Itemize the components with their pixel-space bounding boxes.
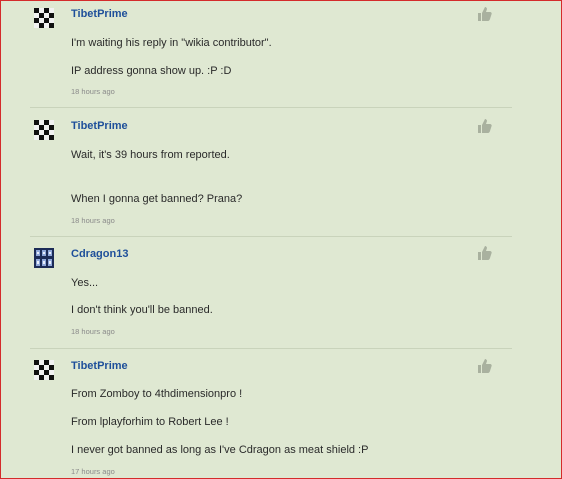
avatar[interactable]: [34, 360, 54, 380]
comment-author[interactable]: Cdragon13: [71, 248, 128, 260]
comment-timestamp: 18 hours ago: [71, 216, 115, 225]
thumbs-up-icon[interactable]: [476, 118, 492, 134]
comment-item: TibetPrime I'm waiting his reply in "wik…: [30, 0, 512, 108]
thumbs-up-icon[interactable]: [476, 358, 492, 374]
comment-text-line: Wait, it's 39 hours from reported.: [71, 149, 230, 161]
thumbs-up-icon[interactable]: [476, 6, 492, 22]
comment-text-line: I don't think you'll be banned.: [71, 304, 213, 316]
checker-avatar-icon: [34, 8, 54, 28]
checker-avatar-icon: [34, 120, 54, 140]
comment-text-line: When I gonna get banned? Prana?: [71, 193, 243, 205]
comment-item: TibetPrime From Zomboy to 4thdimensionpr…: [30, 349, 512, 479]
comment-timestamp: 18 hours ago: [71, 87, 115, 96]
comment-text-line: I never got banned as long as I've Cdrag…: [71, 444, 369, 456]
comment-text-line: Yes...: [71, 277, 99, 289]
avatar[interactable]: [34, 248, 54, 268]
comment-text-line: IP address gonna show up. :P :D: [71, 65, 232, 77]
comment-item: TibetPrime Wait, it's 39 hours from repo…: [30, 108, 512, 237]
thumbs-up-icon[interactable]: [476, 245, 492, 261]
checker-avatar-icon: [34, 360, 54, 380]
comment-author[interactable]: TibetPrime: [71, 8, 128, 20]
avatar[interactable]: [34, 8, 54, 28]
comment-text-line: I'm waiting his reply in "wikia contribu…: [71, 37, 272, 49]
comment-timestamp: 18 hours ago: [71, 327, 115, 336]
comment-author[interactable]: TibetPrime: [71, 360, 128, 372]
dragon-avatar-icon: [34, 248, 54, 268]
comment-author[interactable]: TibetPrime: [71, 120, 128, 132]
comment-text-line: From lplayforhim to Robert Lee !: [71, 416, 229, 428]
comment-timestamp: 17 hours ago: [71, 467, 115, 476]
comment-text-line: From Zomboy to 4thdimensionpro !: [71, 388, 243, 400]
avatar[interactable]: [34, 120, 54, 140]
comment-item: Cdragon13 Yes... I don't think you'll be…: [30, 237, 512, 349]
